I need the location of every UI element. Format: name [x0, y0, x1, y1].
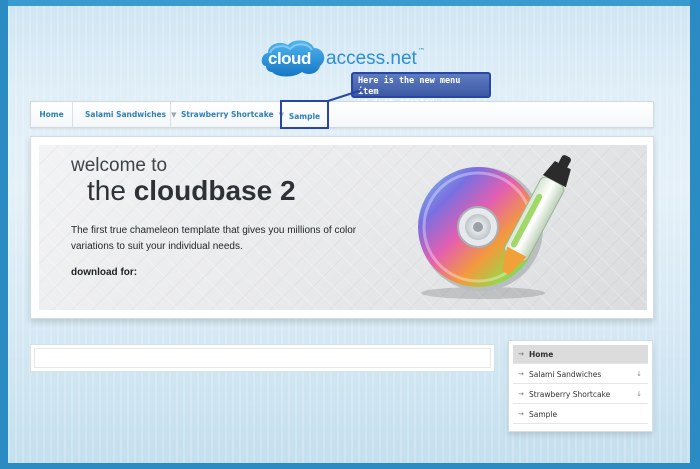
main-menu: Home Salami Sandwiches ▼ Strawberry Short… [30, 100, 654, 129]
banner-title-plain: the [87, 175, 134, 206]
logo-domain: access.net [326, 48, 417, 69]
frame-left [0, 0, 8, 469]
content-area-inner [34, 348, 491, 368]
side-menu-item-label: Strawberry Shortcake [529, 390, 611, 399]
menu-item-label: Strawberry Shortcake [181, 110, 274, 119]
side-menu-item-strawberry-shortcake[interactable]: → Strawberry Shortcake ↓ [513, 385, 648, 404]
side-menu: → Home → Salami Sandwiches ↓ → Strawberr… [508, 340, 653, 432]
side-menu-item-home[interactable]: → Home [513, 345, 648, 364]
banner-title: the cloudbase 2 [87, 175, 296, 207]
color-disc-marker-icon [418, 155, 571, 299]
banner-download-label: download for: [71, 267, 138, 278]
side-menu-item-label: Sample [529, 410, 558, 419]
content-area [30, 344, 495, 372]
annotation-callout: Here is the new menu item we just create… [351, 72, 491, 108]
side-menu-item-salami-sandwiches[interactable]: → Salami Sandwiches ↓ [513, 365, 648, 384]
callout-line-1: Here is the new menu item [358, 76, 461, 97]
banner-title-bold: cloudbase 2 [133, 175, 296, 206]
arrow-right-icon: → [518, 370, 524, 378]
menu-item-home[interactable]: Home [31, 102, 73, 127]
banner-welcome-text: welcome to [71, 155, 168, 176]
banner-frame: welcome to the cloudbase 2 The first tru… [30, 136, 654, 319]
frame-bottom [0, 463, 700, 469]
side-menu-item-sample[interactable]: → Sample [513, 405, 648, 424]
side-menu-item-label: Salami Sandwiches [529, 370, 602, 379]
menu-item-sample[interactable]: Sample [280, 100, 329, 129]
frame-right [690, 0, 700, 469]
arrow-right-icon: → [518, 390, 524, 398]
arrow-down-icon: ↓ [636, 370, 642, 378]
menu-item-label: Home [39, 110, 64, 119]
logo-trademark: ™ [418, 47, 425, 55]
banner-description: The first true chameleon template that g… [71, 225, 357, 252]
menu-item-label: Salami Sandwiches [85, 110, 167, 119]
side-menu-item-label: Home [529, 350, 554, 359]
arrow-right-icon: → [518, 350, 524, 358]
arrow-right-icon: → [518, 410, 524, 418]
menu-item-strawberry-shortcake[interactable]: Strawberry Shortcake ▼ [171, 102, 284, 127]
menu-item-label: Sample [288, 112, 321, 121]
logo-word: cloud [268, 49, 311, 68]
arrow-down-icon: ↓ [636, 390, 642, 398]
welcome-banner: welcome to the cloudbase 2 The first tru… [39, 145, 647, 310]
menu-item-salami-sandwiches[interactable]: Salami Sandwiches ▼ [73, 102, 177, 127]
page: cloud access.net ™ Here is the new menu … [8, 6, 690, 463]
